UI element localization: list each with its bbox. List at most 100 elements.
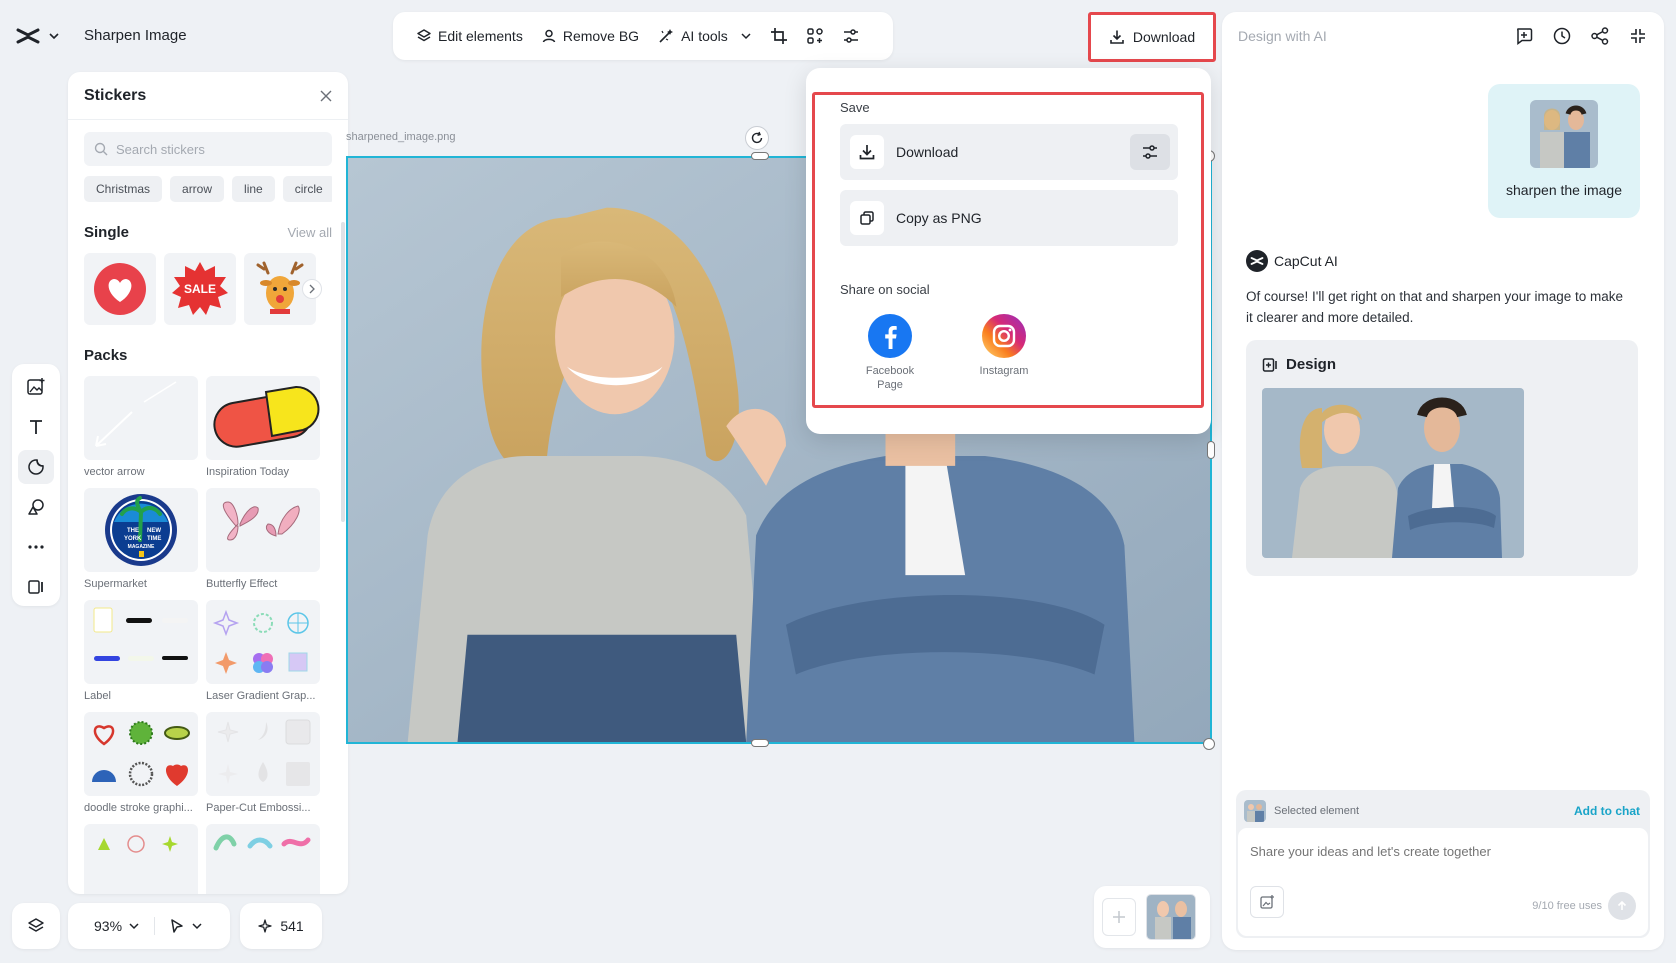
smart-select-button[interactable]: [797, 19, 833, 53]
user-message-text: sharpen the image: [1506, 182, 1622, 198]
rail-image-button[interactable]: [18, 370, 54, 404]
free-uses-counter: 9/10 free uses: [1532, 900, 1602, 912]
chip-christmas[interactable]: Christmas: [84, 176, 163, 202]
attached-image-thumbnail[interactable]: [1530, 100, 1598, 168]
pack-partial-right[interactable]: [206, 824, 320, 894]
image-attach-icon: [1259, 894, 1275, 910]
pack-supermarket[interactable]: THE NEW YORK TIME MAGAZINE Supermarket: [84, 488, 198, 592]
download-button-label: Download: [1132, 29, 1196, 45]
copy-icon: [850, 201, 884, 235]
pack-thumbnail: [206, 712, 320, 796]
share-instagram[interactable]: Instagram: [964, 314, 1044, 378]
view-all-link[interactable]: View all: [287, 225, 332, 240]
app-logo-menu[interactable]: [16, 22, 72, 50]
pack-thumbnail: [84, 600, 198, 684]
history-icon[interactable]: [1552, 26, 1572, 46]
chip-arrow[interactable]: arrow: [170, 176, 225, 202]
edit-elements-button[interactable]: Edit elements: [407, 19, 532, 53]
resize-handle-bottom-right[interactable]: [1203, 738, 1215, 750]
chip-circle[interactable]: circle: [282, 176, 332, 202]
single-title: Single: [84, 224, 130, 241]
rotate-handle[interactable]: [745, 126, 769, 150]
packs-grid: vector arrow Inspiration Today THE NEW YOR…: [84, 376, 332, 894]
share-nodes-icon[interactable]: [1590, 26, 1610, 46]
pack-name: Paper-Cut Embossi...: [206, 802, 311, 814]
remove-bg-label: Remove BG: [562, 28, 640, 44]
packs-title: Packs: [84, 347, 128, 364]
add-page-button[interactable]: [1102, 898, 1136, 936]
pack-partial-left[interactable]: [84, 824, 198, 894]
pack-vector-arrow[interactable]: vector arrow: [84, 376, 198, 480]
pack-paper-cut[interactable]: Paper-Cut Embossi...: [206, 712, 320, 816]
panel-toggle-icon: [27, 578, 45, 596]
facebook-label-2: Page: [877, 379, 903, 391]
sale-sticker[interactable]: SALE: [164, 253, 236, 325]
collapse-icon[interactable]: [1628, 26, 1648, 46]
rail-panel-toggle-button[interactable]: [18, 570, 54, 604]
design-result-image[interactable]: [1262, 388, 1524, 558]
adjust-button[interactable]: [833, 19, 869, 53]
rail-stickers-button[interactable]: [18, 450, 54, 484]
download-button[interactable]: Download: [1088, 12, 1216, 62]
layers-button[interactable]: [12, 903, 60, 949]
pack-thumbnail: [84, 712, 198, 796]
resize-handle-right[interactable]: [1207, 441, 1215, 459]
chat-input[interactable]: [1250, 844, 1630, 859]
facebook-icon: [868, 314, 912, 358]
download-option[interactable]: Download: [840, 124, 1178, 180]
pack-laser-gradient[interactable]: Laser Gradient Grap...: [206, 600, 320, 704]
canvas-file-name: sharpened_image.png: [346, 131, 456, 143]
close-icon[interactable]: [320, 90, 332, 102]
crop-button[interactable]: [761, 19, 797, 53]
pack-butterfly-effect[interactable]: Butterfly Effect: [206, 488, 320, 592]
document-title[interactable]: Sharpen Image: [84, 27, 187, 44]
share-facebook-page[interactable]: Facebook Page: [850, 314, 930, 392]
page-thumbnail[interactable]: [1146, 894, 1196, 940]
credits-counter[interactable]: 541: [240, 903, 322, 949]
search-icon: [94, 142, 108, 156]
pack-label[interactable]: Label: [84, 600, 198, 704]
pack-thumbnail: [206, 824, 320, 894]
heart-sticker[interactable]: [84, 253, 156, 325]
text-icon: [27, 418, 45, 436]
ai-tools-button[interactable]: AI tools: [648, 19, 761, 53]
remove-bg-button[interactable]: Remove BG: [532, 19, 648, 53]
chevron-right-icon[interactable]: [302, 279, 322, 299]
zoom-level[interactable]: 93%: [94, 918, 122, 934]
edit-elements-label: Edit elements: [438, 28, 523, 44]
pack-thumbnail: [206, 488, 320, 572]
layers-icon: [27, 917, 45, 935]
assistant-name: CapCut AI: [1274, 253, 1338, 269]
badge-text-magazine: MAGAZINE: [128, 544, 155, 550]
resize-handle-bottom[interactable]: [751, 739, 769, 747]
chevron-down-icon[interactable]: [128, 920, 140, 932]
pack-inspiration-today[interactable]: Inspiration Today: [206, 376, 320, 480]
selected-element-info: Selected element: [1244, 800, 1359, 822]
resize-handle-top[interactable]: [751, 152, 769, 160]
send-button[interactable]: [1608, 892, 1636, 920]
pack-name: Butterfly Effect: [206, 578, 278, 590]
chevron-down-icon[interactable]: [48, 30, 60, 42]
copy-as-png-option[interactable]: Copy as PNG: [840, 190, 1178, 246]
design-result-card[interactable]: Design: [1246, 340, 1638, 576]
capcut-logo-icon: [16, 26, 40, 46]
sticker-search-input[interactable]: Search stickers: [84, 132, 332, 166]
stickers-scrollbar[interactable]: [341, 222, 345, 522]
pack-doodle-stroke[interactable]: doodle stroke graphi...: [84, 712, 198, 816]
shapes-icon: [27, 498, 45, 516]
download-settings-button[interactable]: [1130, 134, 1170, 170]
pointer-tool-icon[interactable]: [169, 918, 185, 934]
stickers-header: Stickers: [68, 72, 348, 120]
rail-shapes-button[interactable]: [18, 490, 54, 524]
attach-image-button[interactable]: [1250, 886, 1284, 918]
new-chat-icon[interactable]: [1514, 26, 1534, 46]
single-section-header: Single View all: [84, 224, 332, 241]
sale-sticker-text: SALE: [184, 282, 216, 296]
chip-line[interactable]: line: [232, 176, 275, 202]
rail-more-button[interactable]: [18, 530, 54, 564]
add-to-chat-button[interactable]: Add to chat: [1574, 804, 1640, 818]
person-icon: [541, 28, 557, 44]
rail-text-button[interactable]: [18, 410, 54, 444]
chevron-down-icon[interactable]: [191, 920, 203, 932]
arrow-up-icon: [1616, 900, 1628, 912]
